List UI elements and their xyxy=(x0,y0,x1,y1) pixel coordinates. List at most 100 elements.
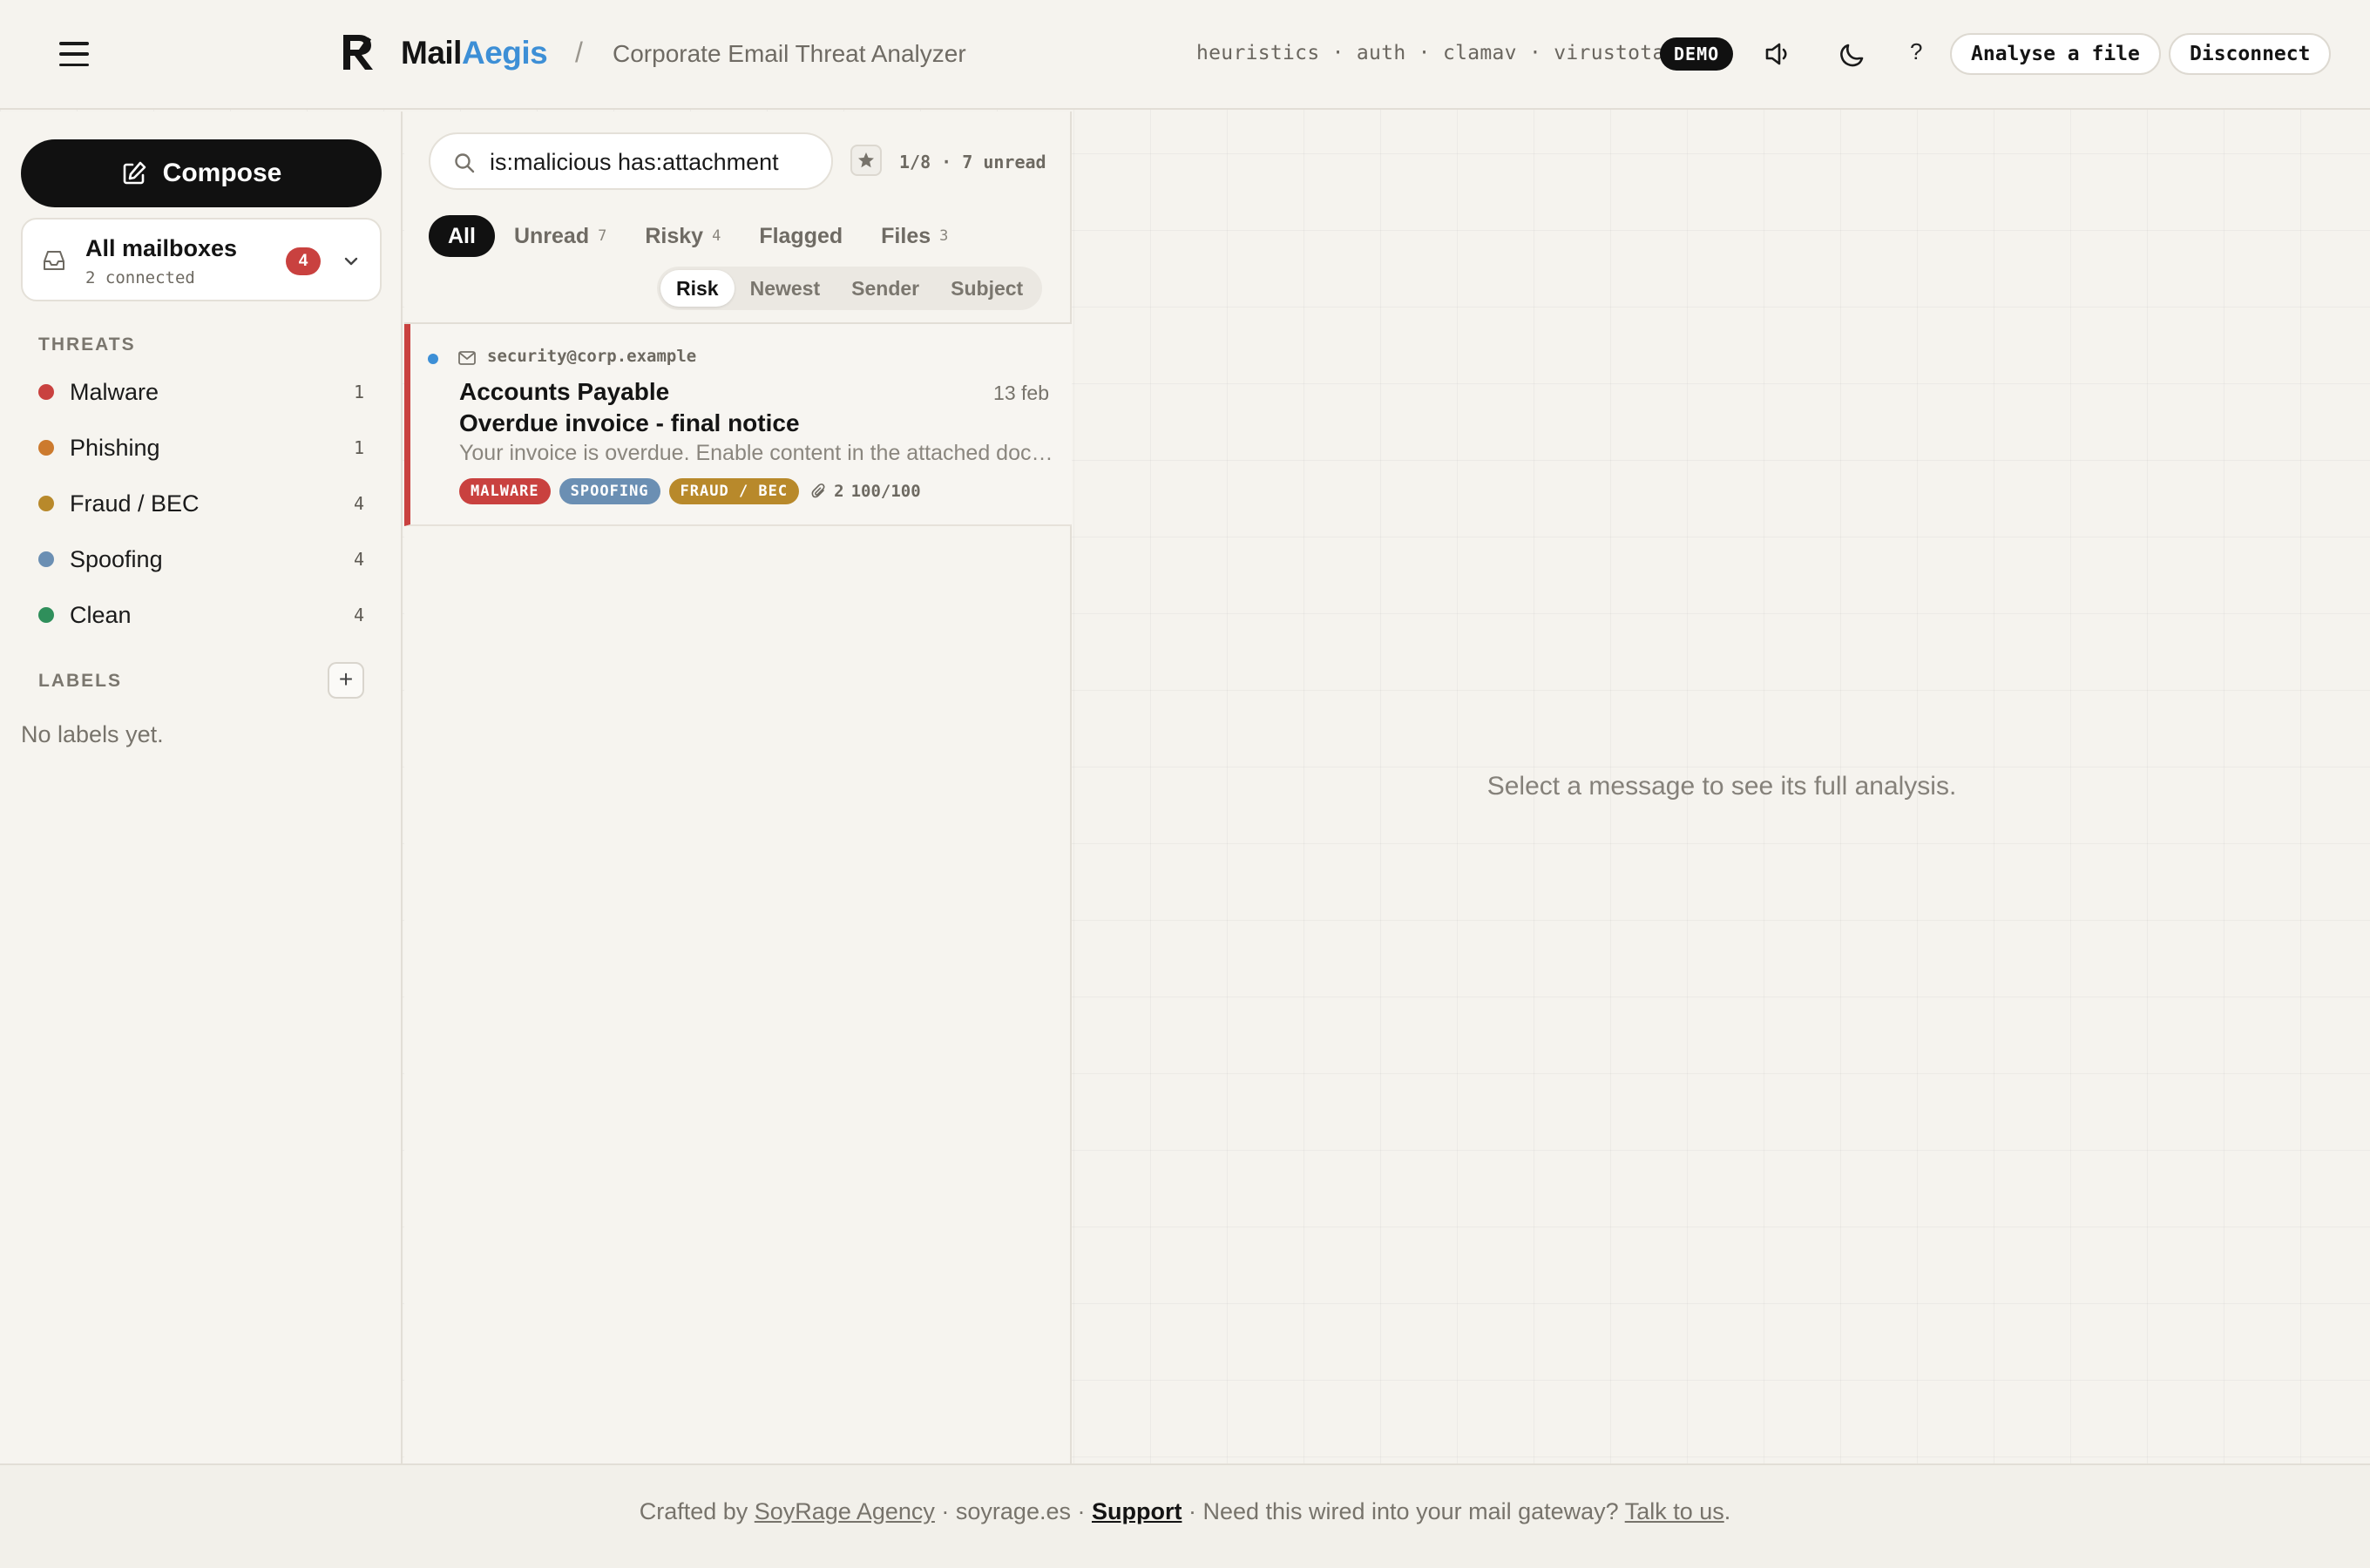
threat-count: 1 xyxy=(353,437,364,458)
threat-dot-icon xyxy=(38,496,54,511)
filter-tabs: All Unread 7 Risky 4 Flagged Files 3 xyxy=(429,214,967,258)
envelope-icon xyxy=(458,351,476,365)
brand-name-part2: Aegis xyxy=(461,35,548,71)
attachment-count: 2 xyxy=(834,482,844,501)
footer-end: . xyxy=(1723,1498,1731,1524)
risk-score: 100/100 xyxy=(850,482,921,501)
sender-name: Accounts Payable xyxy=(459,378,670,405)
help-button[interactable]: ? xyxy=(1910,38,1922,65)
brand-name[interactable]: MailAegis xyxy=(401,35,548,71)
threat-label: Phishing xyxy=(70,434,160,461)
compose-button[interactable]: Compose xyxy=(21,139,382,207)
save-search-button[interactable] xyxy=(850,145,882,176)
mailbox-count-badge: 4 xyxy=(286,247,321,275)
tab-risky[interactable]: Risky 4 xyxy=(626,215,740,257)
footer-talk-link[interactable]: Talk to us xyxy=(1625,1498,1724,1524)
tag-malware: MALWARE xyxy=(459,478,551,504)
list-meta: 1/8 · 7 unread xyxy=(899,152,1046,172)
threat-item-fraud-bec[interactable]: Fraud / BEC 4 xyxy=(38,483,364,524)
threat-item-malware[interactable]: Malware 1 xyxy=(38,371,364,413)
chevron-down-icon[interactable] xyxy=(342,253,361,270)
inbox-icon xyxy=(44,251,64,270)
message-list-panel: 1/8 · 7 unread All Unread 7 Risky 4 Flagge… xyxy=(404,112,1072,1463)
sort-newest[interactable]: Newest xyxy=(735,270,836,307)
tab-label: All xyxy=(448,223,476,248)
no-labels-text: No labels yet. xyxy=(21,721,164,747)
volume-icon[interactable] xyxy=(1760,37,1795,71)
threat-count: 1 xyxy=(353,382,364,402)
threat-count: 4 xyxy=(353,549,364,570)
search-icon xyxy=(455,153,475,173)
threat-label: Fraud / BEC xyxy=(70,490,200,517)
threat-label: Spoofing xyxy=(70,545,163,572)
sender-address: security@corp.example xyxy=(487,347,697,366)
footer-support-link[interactable]: Support xyxy=(1092,1498,1182,1524)
tab-count: 3 xyxy=(939,227,949,245)
menu-icon[interactable] xyxy=(59,42,89,66)
sort-toggle: Risk Newest Sender Subject xyxy=(657,267,1043,310)
mailbox-selector[interactable]: All mailboxes 2 connected 4 xyxy=(21,218,382,301)
tag-fraud-bec: FRAUD / BEC xyxy=(668,478,800,504)
app-subtitle: Corporate Email Threat Analyzer xyxy=(613,40,966,67)
mailbox-subtitle: 2 connected xyxy=(85,268,195,287)
demo-badge: DEMO xyxy=(1660,37,1734,71)
threat-item-clean[interactable]: Clean 4 xyxy=(38,594,364,636)
tab-unread[interactable]: Unread 7 xyxy=(495,215,626,257)
tab-label: Unread xyxy=(513,223,590,248)
sort-risk[interactable]: Risk xyxy=(660,270,735,307)
threat-tags: MALWARE SPOOFING FRAUD / BEC 2 100/100 xyxy=(459,477,921,505)
labels-section-title: LABELS xyxy=(38,671,122,691)
footer-crafted-by: Crafted by xyxy=(639,1498,755,1524)
brand-logo-icon xyxy=(343,35,373,70)
footer: Crafted by SoyRage Agency · soyrage.es ·… xyxy=(0,1463,2370,1568)
moon-icon[interactable] xyxy=(1835,37,1870,71)
paperclip-icon xyxy=(811,483,825,498)
threat-dot-icon xyxy=(38,440,54,456)
threat-item-phishing[interactable]: Phishing 1 xyxy=(38,427,364,469)
footer-agency-link[interactable]: SoyRage Agency xyxy=(755,1498,935,1524)
compose-label: Compose xyxy=(162,159,282,187)
tab-count: 7 xyxy=(598,227,607,245)
brand-name-part1: Mail xyxy=(401,35,462,71)
threat-count: 4 xyxy=(353,493,364,514)
attachment-info: 2 100/100 xyxy=(811,482,921,501)
detail-empty-state: Select a message to see its full analysi… xyxy=(1486,772,1957,801)
star-icon xyxy=(858,152,874,168)
tab-files[interactable]: Files 3 xyxy=(862,215,967,257)
tab-flagged[interactable]: Flagged xyxy=(740,215,862,257)
threat-dot-icon xyxy=(38,607,54,623)
search-box[interactable] xyxy=(429,132,833,190)
threat-count: 4 xyxy=(353,605,364,625)
threats-section-title: THREATS xyxy=(38,335,136,355)
tab-label: Files xyxy=(881,223,931,248)
threat-item-spoofing[interactable]: Spoofing 4 xyxy=(38,538,364,580)
add-label-button[interactable]: + xyxy=(328,662,364,699)
list-item[interactable]: security@corp.example Accounts Payable 1… xyxy=(404,324,1072,526)
footer-question: · Need this wired into your mail gateway… xyxy=(1182,1498,1625,1524)
footer-site: · soyrage.es · xyxy=(934,1498,1092,1524)
tab-all[interactable]: All xyxy=(429,215,495,257)
engine-list: heuristics · auth · clamav · virustotal xyxy=(1196,42,1677,64)
tab-count: 4 xyxy=(712,227,721,245)
tab-label: Risky xyxy=(645,223,704,248)
app-root: MailAegis / Corporate Email Threat Analy… xyxy=(0,0,2370,1568)
message-date: 13 feb xyxy=(993,382,1049,404)
analyse-file-button[interactable]: Analyse a file xyxy=(1950,33,2161,75)
message-subject: Overdue invoice - final notice xyxy=(459,409,800,436)
threat-label: Malware xyxy=(70,378,159,405)
message-preview: Your invoice is overdue. Enable content … xyxy=(459,441,1055,465)
threat-dot-icon xyxy=(38,384,54,400)
search-input[interactable] xyxy=(490,143,821,181)
threat-label: Clean xyxy=(70,601,132,628)
brand-separator: / xyxy=(575,37,583,68)
mailbox-title: All mailboxes xyxy=(85,235,238,261)
tag-spoofing: SPOOFING xyxy=(559,478,660,504)
footer-line: Crafted by SoyRage Agency · soyrage.es ·… xyxy=(0,1498,2370,1525)
sidebar: Compose All mailboxes 2 connected 4 THRE… xyxy=(0,112,403,1463)
compose-icon xyxy=(123,161,146,185)
disconnect-button[interactable]: Disconnect xyxy=(2169,33,2332,75)
threat-dot-icon xyxy=(38,551,54,567)
tab-label: Flagged xyxy=(759,223,843,248)
sort-subject[interactable]: Subject xyxy=(935,270,1039,307)
sort-sender[interactable]: Sender xyxy=(836,270,935,307)
